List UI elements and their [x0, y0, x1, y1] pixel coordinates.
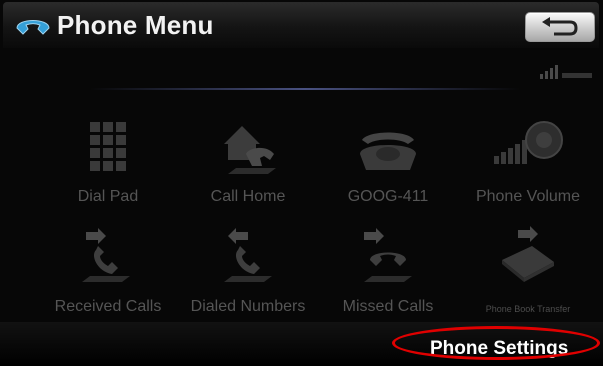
menu-item-label: Missed Calls: [342, 298, 434, 315]
back-button[interactable]: [525, 12, 595, 42]
signal-strength-icon: [540, 65, 592, 79]
menu-item-label: Dial Pad: [77, 188, 139, 205]
phonebook-transfer-icon: [502, 226, 554, 282]
dialed-call-icon: [224, 228, 272, 282]
menu-item-label: Phone Volume: [475, 188, 581, 205]
menu-item-label: GOOG-411: [347, 188, 429, 205]
menu-item-label: Received Calls: [54, 298, 162, 315]
menu-item-call-home[interactable]: Call Home: [178, 110, 318, 220]
menu-item-dial-pad[interactable]: Dial Pad: [38, 110, 178, 220]
return-arrow-icon: [542, 17, 578, 36]
menu-item-dialed-numbers[interactable]: Dialed Numbers: [178, 220, 318, 330]
header-divider: [90, 88, 520, 90]
speaker-volume-icon: [494, 121, 563, 164]
phone-handset-icon: [16, 20, 50, 35]
rotary-phone-icon: [360, 132, 416, 170]
house-phone-icon: [224, 126, 276, 174]
keypad-icon: [90, 122, 126, 171]
menu-item-label: Phone Book Transfer: [485, 304, 571, 314]
highlight-annotation: [392, 326, 600, 360]
title-bar: Phone Menu: [3, 2, 599, 48]
menu-item-received-calls[interactable]: Received Calls: [38, 220, 178, 330]
phone-menu-screen: Phone Menu Dial Pad Call Home GOOG-411 P…: [0, 0, 603, 366]
menu-item-goog-411[interactable]: GOOG-411: [318, 110, 458, 220]
menu-item-label: Call Home: [210, 188, 286, 205]
missed-call-icon: [364, 228, 412, 282]
menu-item-missed-calls[interactable]: Missed Calls: [318, 220, 458, 330]
menu-item-phone-volume[interactable]: Phone Volume: [458, 110, 598, 220]
received-call-icon: [82, 228, 130, 282]
menu-item-label: Dialed Numbers: [190, 298, 306, 315]
menu-item-phone-book-transfer[interactable]: Phone Book Transfer: [458, 220, 598, 330]
page-title: Phone Menu: [57, 10, 214, 40]
